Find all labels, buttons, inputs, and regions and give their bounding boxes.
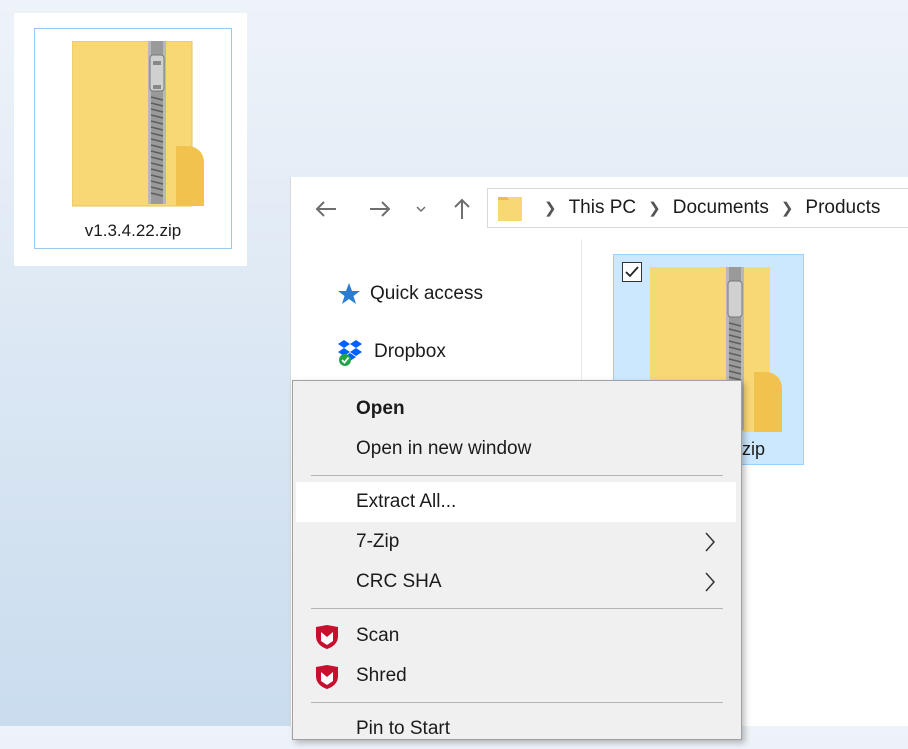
file-label: zip <box>742 439 766 459</box>
address-bar[interactable]: ❯ This PC ❯ Documents ❯ Products <box>487 188 908 228</box>
menu-separator <box>311 608 723 609</box>
submenu-arrow-icon <box>704 522 716 562</box>
desktop-zip-file[interactable]: v1.3.4.22.zip <box>34 28 232 249</box>
desktop-file-label: v1.3.4.22.zip <box>84 221 182 240</box>
folder-icon <box>498 195 522 221</box>
arrow-left-icon <box>315 201 336 217</box>
menu-item-label: Pin to Start <box>356 718 450 739</box>
menu-item-7-zip[interactable]: 7-Zip <box>296 522 736 562</box>
menu-item-label: Open <box>356 398 405 419</box>
star-icon <box>338 283 360 304</box>
breadcrumb-separator-icon: ❯ <box>648 200 661 217</box>
menu-item-scan[interactable]: Scan <box>296 616 736 656</box>
menu-item-extract-all[interactable]: Extract All... <box>296 482 736 522</box>
menu-item-shred[interactable]: Shred <box>296 656 736 696</box>
nav-item-dropbox[interactable]: Dropbox <box>336 337 446 367</box>
menu-item-label: Open in new window <box>356 438 532 459</box>
menu-item-pin-to-start[interactable]: Pin to Start <box>296 709 736 749</box>
zip-folder-icon <box>72 41 204 207</box>
mcafee-shield-icon <box>316 665 338 689</box>
desktop-background-tile: v1.3.4.22.zip <box>14 13 247 266</box>
breadcrumb-products[interactable]: Products <box>805 197 880 219</box>
context-menu: Open Open in new window Extract All... 7… <box>292 380 742 740</box>
menu-separator <box>311 475 723 476</box>
nav-item-label: Quick access <box>370 283 483 304</box>
up-button[interactable] <box>447 189 477 229</box>
arrow-up-icon <box>454 198 470 219</box>
menu-item-open[interactable]: Open <box>296 389 736 429</box>
menu-item-label: Shred <box>356 665 407 686</box>
menu-separator <box>311 702 723 703</box>
menu-item-label: Extract All... <box>356 491 457 512</box>
chevron-down-icon <box>416 206 426 213</box>
nav-item-label: Dropbox <box>374 341 446 362</box>
nav-item-quick-access[interactable]: Quick access <box>336 279 483 309</box>
forward-button[interactable] <box>365 189 395 229</box>
submenu-arrow-icon <box>704 562 716 602</box>
arrow-right-icon <box>370 201 391 217</box>
dropbox-icon <box>338 340 362 366</box>
menu-item-crc-sha[interactable]: CRC SHA <box>296 562 736 602</box>
menu-item-open-new-window[interactable]: Open in new window <box>296 429 736 469</box>
selection-checkbox[interactable] <box>622 262 642 282</box>
mcafee-shield-icon <box>316 625 338 649</box>
breadcrumb-documents[interactable]: Documents <box>673 197 769 219</box>
back-button[interactable] <box>311 189 341 229</box>
breadcrumb-separator-icon: ❯ <box>780 200 794 217</box>
recent-locations-button[interactable] <box>411 189 431 229</box>
checkmark-icon <box>625 266 639 278</box>
breadcrumb-this-pc[interactable]: This PC <box>569 197 637 219</box>
menu-item-label: CRC SHA <box>356 571 442 592</box>
menu-item-label: Scan <box>356 625 400 646</box>
breadcrumb-separator-icon: ❯ <box>544 200 557 217</box>
menu-item-label: 7-Zip <box>356 531 400 552</box>
